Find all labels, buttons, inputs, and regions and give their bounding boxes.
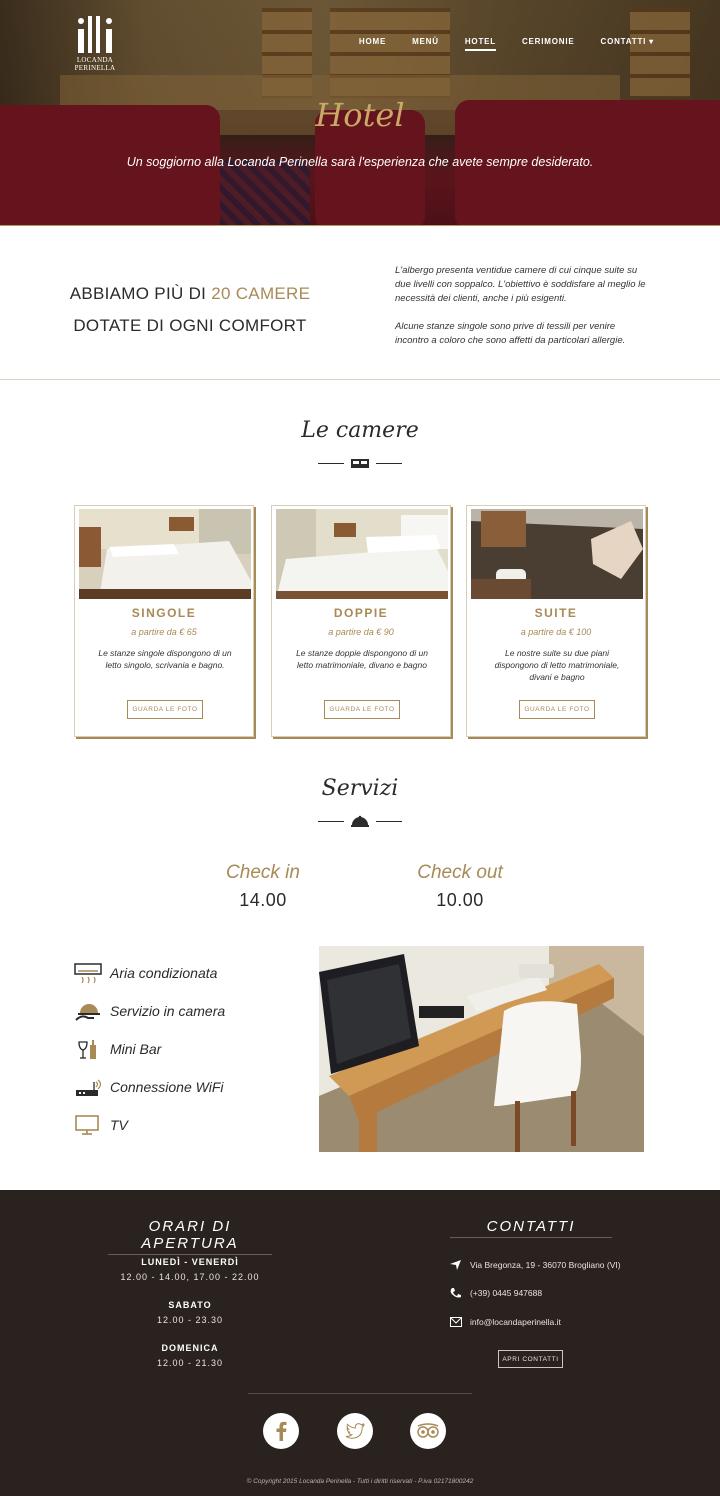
nav-cerimonie[interactable]: CERIMONIE	[522, 37, 575, 51]
nav-menu[interactable]: MENÙ	[412, 37, 439, 51]
wifi-router-icon	[76, 1079, 102, 1096]
twitter-icon	[345, 1423, 365, 1439]
contacts-title: CONTATTI	[450, 1218, 612, 1238]
hero-banner: LOCANDA PERINELLA HOME MENÙ HOTEL CERIMO…	[0, 0, 720, 225]
tripadvisor-icon	[417, 1423, 439, 1438]
checkin-block: Check in 14.00	[193, 862, 333, 911]
air-conditioner-icon	[74, 963, 102, 984]
service-label: Mini Bar	[110, 1041, 162, 1057]
contact-email: info@locandaperinella.it	[450, 1317, 561, 1327]
rooms-title: Le camere	[301, 418, 419, 443]
room-name: DOPPIE	[333, 606, 389, 620]
email-link[interactable]: info@locandaperinella.it	[470, 1317, 561, 1327]
nav-contatti[interactable]: CONTATTI ▾	[601, 37, 655, 51]
checkin-label: Check in	[226, 862, 300, 883]
nav-home[interactable]: HOME	[359, 37, 386, 51]
service-item: Servizio in camera	[74, 1000, 225, 1022]
headline-highlight: 20 CAMERE	[211, 284, 311, 303]
logo-mark	[78, 18, 84, 24]
hero-subtitle: Un soggiorno alla Locanda Perinella sarà…	[126, 155, 594, 169]
room-name: SINGOLE	[131, 606, 197, 620]
service-label: TV	[110, 1117, 128, 1133]
minibar-icon	[78, 1040, 96, 1059]
room-description: Le stanze doppie dispongono di un letto …	[296, 648, 428, 670]
bed-icon	[351, 459, 369, 468]
service-item: Aria condizionata	[74, 962, 217, 984]
room-card-suite: SUITE a partire da € 100 Le nostre suite…	[466, 505, 646, 737]
cloche-icon	[351, 815, 369, 827]
view-photos-button[interactable]: GUARDA LE FOTO	[519, 700, 595, 719]
room-price: a partire da € 100	[520, 627, 592, 637]
site-logo[interactable]: LOCANDA PERINELLA	[74, 16, 116, 74]
room-photo-suite	[471, 509, 643, 599]
location-arrow-icon	[450, 1260, 461, 1270]
hours-day: LUNEDÌ - VENERDÌ	[141, 1257, 239, 1267]
room-price: a partire da € 90	[328, 627, 394, 637]
room-description: Le nostre suite su due piani dispongono …	[494, 648, 620, 682]
headline-text: DOTATE DI OGNI COMFORT	[73, 316, 307, 335]
room-description: Le stanze singole dispongono di un letto…	[98, 648, 232, 670]
address-text: Via Bregonza, 19 - 36070 Brogliano (VI)	[470, 1260, 621, 1270]
tripadvisor-link[interactable]	[410, 1413, 446, 1449]
logo-text-line2: PERINELLA	[74, 64, 116, 72]
contact-phone: (+39) 0445 947688	[450, 1288, 542, 1298]
room-photo-singole	[79, 509, 251, 599]
services-title: Servizi	[321, 776, 399, 801]
phone-text[interactable]: (+39) 0445 947688	[470, 1288, 542, 1298]
service-item: Mini Bar	[74, 1038, 161, 1060]
intro-description: L'albergo presenta ventidue camere di cu…	[395, 264, 650, 348]
intro-paragraph: L'albergo presenta ventidue camere di cu…	[395, 265, 646, 304]
intro-headline: ABBIAMO PIÙ DI 20 CAMERE DOTATE DI OGNI …	[60, 278, 320, 342]
service-label: Servizio in camera	[110, 1003, 226, 1019]
checkout-label: Check out	[417, 862, 503, 883]
intro-section: ABBIAMO PIÙ DI 20 CAMERE DOTATE DI OGNI …	[0, 225, 720, 380]
room-card-doppie: DOPPIE a partire da € 90 Le stanze doppi…	[271, 505, 451, 737]
tv-icon	[75, 1115, 99, 1135]
hours-sunday: DOMENICA 12.00 - 21.30	[110, 1343, 270, 1368]
checkin-time: 14.00	[239, 890, 287, 910]
room-photo-doppie	[276, 509, 448, 599]
hours-time: 12.00 - 14.00, 17.00 - 22.00	[120, 1272, 260, 1282]
hours-time: 12.00 - 21.30	[156, 1358, 224, 1368]
checkout-time: 10.00	[436, 890, 484, 910]
hours-title: ORARI DI APERTURA	[108, 1218, 272, 1255]
hours-day: DOMENICA	[161, 1343, 219, 1353]
service-label: Connessione WiFi	[110, 1079, 224, 1095]
room-name: SUITE	[534, 606, 578, 620]
checkout-block: Check out 10.00	[390, 862, 530, 911]
headline-text: ABBIAMO PIÙ DI	[69, 284, 207, 303]
open-contacts-button[interactable]: APRI CONTATTI	[498, 1350, 563, 1368]
logo-text-line1: LOCANDA	[76, 56, 114, 64]
view-photos-button[interactable]: GUARDA LE FOTO	[324, 700, 400, 719]
page-title: Hotel	[315, 96, 405, 134]
room-service-icon	[75, 1004, 100, 1021]
service-item: Connessione WiFi	[74, 1076, 223, 1098]
facebook-link[interactable]	[263, 1413, 299, 1449]
services-divider	[318, 814, 402, 828]
room-desk-photo	[319, 946, 644, 1152]
twitter-link[interactable]	[337, 1413, 373, 1449]
service-label: Aria condizionata	[110, 965, 218, 981]
copyright-text: © Copyright 2015 Locanda Perinella - Tut…	[246, 1478, 474, 1485]
rooms-divider	[318, 456, 402, 470]
facebook-icon	[276, 1421, 287, 1441]
contact-address: Via Bregonza, 19 - 36070 Brogliano (VI)	[450, 1260, 621, 1270]
service-item: TV	[74, 1114, 128, 1136]
phone-icon	[450, 1288, 461, 1298]
hours-time: 12.00 - 23.30	[156, 1315, 224, 1325]
hours-saturday: SABATO 12.00 - 23.30	[110, 1300, 270, 1325]
main-nav: HOME MENÙ HOTEL CERIMONIE CONTATTI ▾	[359, 37, 654, 51]
hours-weekdays: LUNEDÌ - VENERDÌ 12.00 - 14.00, 17.00 - …	[110, 1257, 270, 1282]
intro-paragraph: Alcune stanze singole sono prive di tess…	[395, 321, 626, 346]
nav-hotel[interactable]: HOTEL	[464, 37, 496, 51]
envelope-icon	[450, 1317, 462, 1327]
hours-day: SABATO	[168, 1300, 212, 1310]
footer-divider	[248, 1393, 472, 1394]
room-price: a partire da € 65	[131, 627, 197, 637]
view-photos-button[interactable]: GUARDA LE FOTO	[127, 700, 203, 719]
room-card-singole: SINGOLE a partire da € 65 Le stanze sing…	[74, 505, 254, 737]
